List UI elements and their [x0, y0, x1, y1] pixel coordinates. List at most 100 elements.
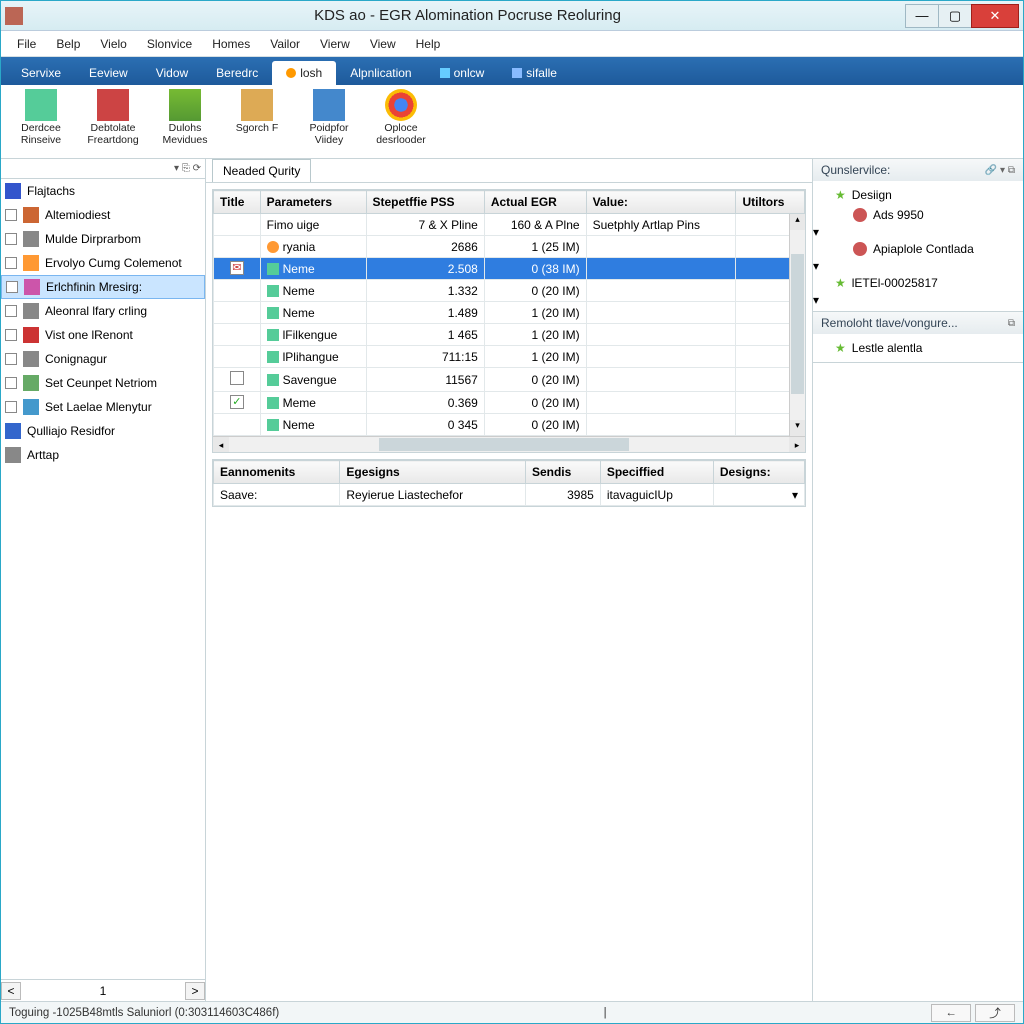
- pager-prev[interactable]: <: [1, 982, 21, 1000]
- scroll-up-icon[interactable]: ▴: [790, 214, 805, 230]
- menu-file[interactable]: File: [7, 33, 46, 55]
- table-row[interactable]: Neme1.4891 (20 IM): [214, 302, 805, 324]
- menu-vailor[interactable]: Vailor: [260, 33, 310, 55]
- table-row[interactable]: Fimo uige7 & X Pline160 & A PlneSuetphly…: [214, 214, 805, 236]
- minimize-button[interactable]: —: [905, 4, 939, 28]
- sidebar-item-2[interactable]: Mulde Dirprarbom: [1, 227, 205, 251]
- ribbon-item-dulohs[interactable]: Dulohs Mevidues: [155, 89, 215, 156]
- grid2-header[interactable]: Sendis: [525, 461, 600, 484]
- sidebar-item-8[interactable]: Set Ceunpet Netriom: [1, 371, 205, 395]
- rp-tools-1[interactable]: 🔗 ▾ ⧉: [985, 165, 1015, 176]
- sidebar-item-label: Set Laelae Mlenytur: [45, 400, 152, 414]
- table-row[interactable]: Savengue115670 (20 IM): [214, 368, 805, 392]
- grid-header[interactable]: Stepetffie PSS: [366, 191, 484, 214]
- main-grid[interactable]: TitleParametersStepetffie PSSActual EGRV…: [213, 190, 805, 436]
- sidebar-checkbox[interactable]: [5, 329, 17, 341]
- grid-header[interactable]: Utiltors: [736, 191, 805, 214]
- grid2-cell[interactable]: Reyierue Liastechefor: [340, 484, 526, 506]
- menu-help[interactable]: Help: [406, 33, 451, 55]
- grid-header[interactable]: Parameters: [260, 191, 366, 214]
- center-tab-neaded[interactable]: Neaded Qurity: [212, 159, 311, 182]
- menu-vielo[interactable]: Vielo: [90, 33, 136, 55]
- grid-scroll-v[interactable]: ▴ ▾: [789, 214, 805, 436]
- table-row[interactable]: ryania26861 (25 IM): [214, 236, 805, 258]
- sidebar-checkbox[interactable]: [5, 257, 17, 269]
- sidebar-checkbox[interactable]: [6, 281, 18, 293]
- sidebar-checkbox[interactable]: [5, 233, 17, 245]
- menu-view[interactable]: View: [360, 33, 406, 55]
- pager-next[interactable]: >: [185, 982, 205, 1000]
- status-fwd-button[interactable]: ⤴: [975, 1004, 1015, 1022]
- scroll-thumb-v[interactable]: [791, 254, 804, 394]
- close-button[interactable]: ✕: [971, 4, 1019, 28]
- ribbon-tab-sifalle[interactable]: sifalle: [498, 61, 571, 85]
- scroll-right-icon[interactable]: ▸: [789, 437, 805, 452]
- rp-item[interactable]: ★lETEl-00025817: [813, 273, 1023, 293]
- ribbon-item-poidpfor[interactable]: Poidpfor Viidey: [299, 89, 359, 156]
- ribbon-tab-onlcw[interactable]: onlcw: [426, 61, 499, 85]
- ribbon-tab-alpnlication[interactable]: Alpnlication: [336, 61, 425, 85]
- sidebar-checkbox[interactable]: [5, 209, 17, 221]
- grid2-cell[interactable]: itavaguicIUp: [600, 484, 713, 506]
- scroll-left-icon[interactable]: ◂: [213, 437, 229, 452]
- rp-tools-2[interactable]: ⧉: [1008, 318, 1015, 329]
- ribbon-item-debtolate[interactable]: Debtolate Freartdong: [83, 89, 143, 156]
- table-row[interactable]: lPlihangue711:151 (20 IM): [214, 346, 805, 368]
- rp-item[interactable]: ★Lestle alentla: [813, 338, 1023, 358]
- grid-header[interactable]: Value:: [586, 191, 736, 214]
- ribbon-item-derdcee[interactable]: Derdcee Rinseive: [11, 89, 71, 156]
- detail-grid[interactable]: EannomenitsEgesignsSendisSpeciffiedDesig…: [213, 460, 805, 506]
- rp-item[interactable]: Apiaplole Contlada: [813, 239, 1023, 259]
- sidebar-item-0[interactable]: Flajtachs: [1, 179, 205, 203]
- sidebar-item-11[interactable]: Arttap: [1, 443, 205, 467]
- grid2-header[interactable]: Speciffied: [600, 461, 713, 484]
- scroll-down-icon[interactable]: ▾: [790, 420, 805, 436]
- rp-item[interactable]: Ads 9950: [813, 205, 1023, 225]
- grid2-header[interactable]: Eannomenits: [214, 461, 340, 484]
- table-row[interactable]: Neme1.3320 (20 IM): [214, 280, 805, 302]
- table-row[interactable]: Neme2.5080 (38 IM): [214, 258, 805, 280]
- sidebar-item-9[interactable]: Set Laelae Mlenytur: [1, 395, 205, 419]
- ribbon-tab-vidow[interactable]: Vidow: [142, 61, 202, 85]
- table-row[interactable]: Meme0.3690 (20 IM): [214, 392, 805, 414]
- sidebar-checkbox[interactable]: [5, 401, 17, 413]
- sidebar-checkbox[interactable]: [5, 353, 17, 365]
- status-back-button[interactable]: ←: [931, 1004, 971, 1022]
- grid-scroll-h[interactable]: ◂ ▸: [213, 436, 805, 452]
- ribbon-tab-beredrc[interactable]: Beredrc: [202, 61, 272, 85]
- sidebar-item-1[interactable]: Altemiodiest: [1, 203, 205, 227]
- menu-slonvice[interactable]: Slonvice: [137, 33, 202, 55]
- sidebar-item-5[interactable]: Aleonral lfary crling: [1, 299, 205, 323]
- sidebar-item-4[interactable]: Erlchfinin Mresirg:: [1, 275, 205, 299]
- sidebar-item-10[interactable]: Qulliajo Residfor: [1, 419, 205, 443]
- ribbon-tab-eeview[interactable]: Eeview: [75, 61, 142, 85]
- menu-homes[interactable]: Homes: [202, 33, 260, 55]
- chevron-down-icon[interactable]: ▾: [813, 293, 819, 307]
- sidebar-checkbox[interactable]: [5, 377, 17, 389]
- chevron-down-icon[interactable]: ▾: [813, 225, 819, 239]
- grid-header[interactable]: Actual EGR: [484, 191, 586, 214]
- grid-header[interactable]: Title: [214, 191, 261, 214]
- sidebar-item-6[interactable]: Vist one lRenont: [1, 323, 205, 347]
- menu-vierw[interactable]: Vierw: [310, 33, 360, 55]
- grid2-cell[interactable]: ▾: [713, 484, 804, 506]
- ribbon-tab-servixe[interactable]: Servixe: [7, 61, 75, 85]
- grid2-header[interactable]: Egesigns: [340, 461, 526, 484]
- table-row[interactable]: Neme0 3450 (20 IM): [214, 414, 805, 436]
- scroll-thumb-h[interactable]: [379, 438, 629, 451]
- grid2-header[interactable]: Designs:: [713, 461, 804, 484]
- sidebar-tools[interactable]: ▾ ⎘ ⟳: [1, 159, 205, 179]
- ribbon-item-sgorch[interactable]: Sgorch F: [227, 89, 287, 156]
- ribbon-item-oploce[interactable]: Oploce desrlooder: [371, 89, 431, 156]
- sidebar-item-3[interactable]: Ervolyo Cumg Colemenot: [1, 251, 205, 275]
- table-row[interactable]: lFilkengue1 4651 (20 IM): [214, 324, 805, 346]
- grid2-cell[interactable]: 3985: [525, 484, 600, 506]
- ribbon-tab-losh[interactable]: losh: [272, 61, 336, 85]
- sidebar-item-7[interactable]: Conignagur: [1, 347, 205, 371]
- sidebar-checkbox[interactable]: [5, 305, 17, 317]
- chevron-down-icon[interactable]: ▾: [813, 259, 819, 273]
- maximize-button[interactable]: ▢: [938, 4, 972, 28]
- rp-item[interactable]: ★Desiign: [813, 185, 1023, 205]
- grid2-cell[interactable]: Saave:: [214, 484, 340, 506]
- menu-belp[interactable]: Belp: [46, 33, 90, 55]
